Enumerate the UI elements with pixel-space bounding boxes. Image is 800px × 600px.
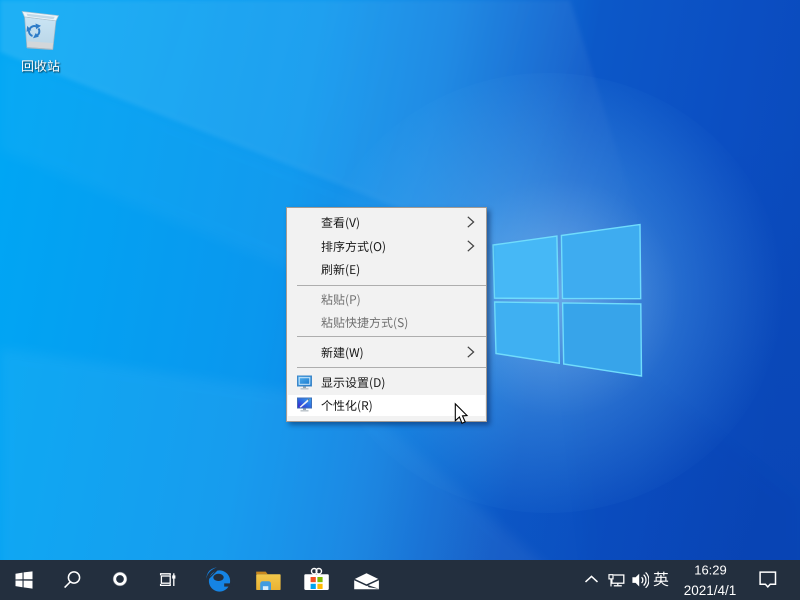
svg-text:2021/4/1: 2021/4/1 <box>684 583 737 598</box>
svg-text:16:29: 16:29 <box>694 563 727 578</box>
